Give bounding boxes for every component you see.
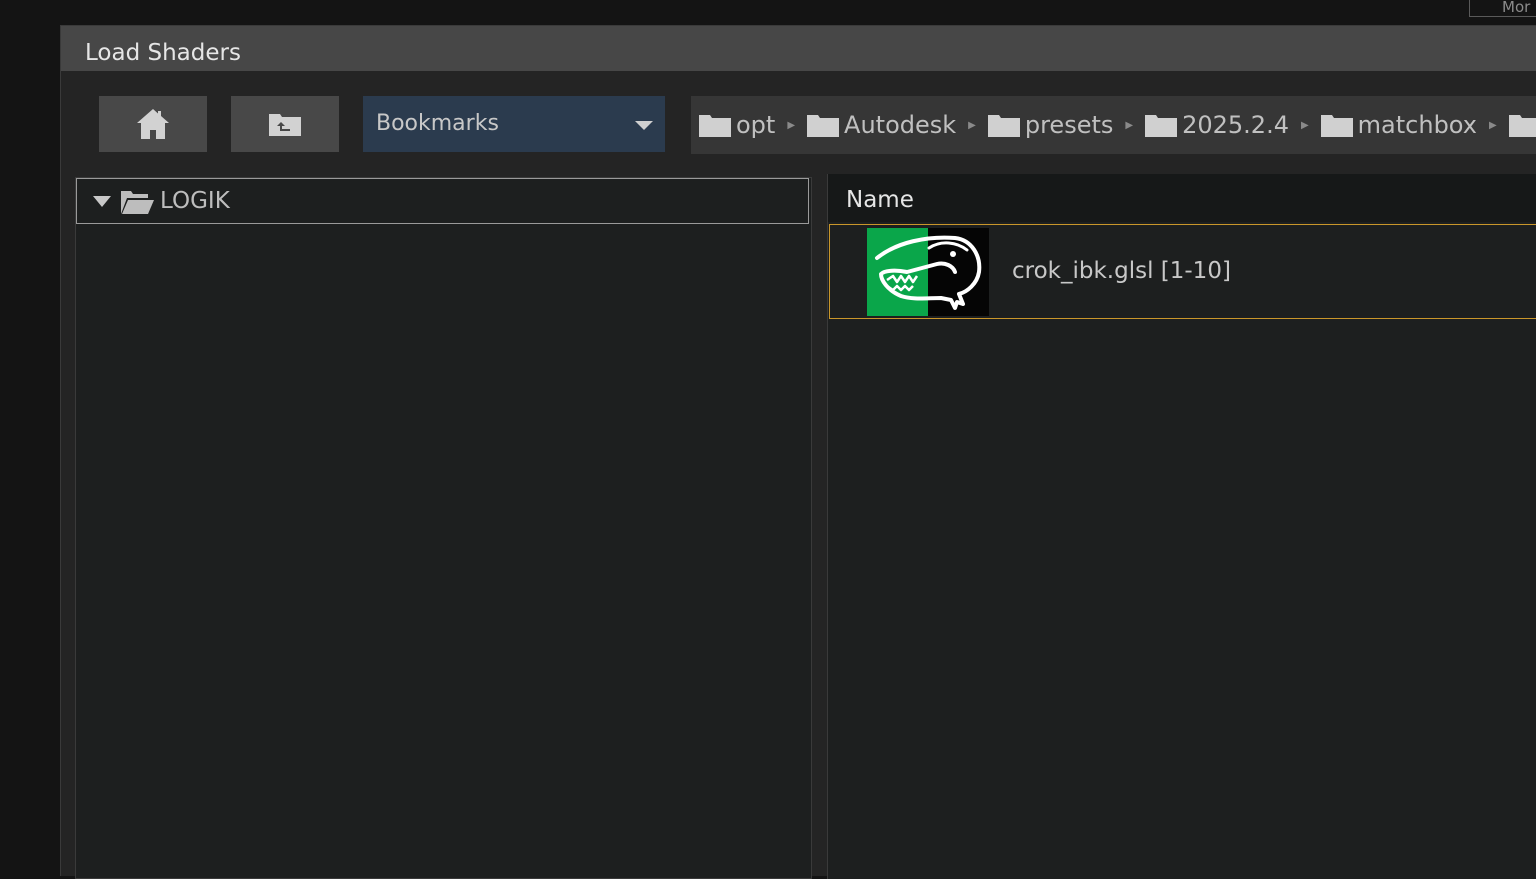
breadcrumb: opt ▶ Autodesk ▶ presets ▶ 2025.2.4 ▶ ma… bbox=[691, 96, 1536, 154]
breadcrumb-label: opt bbox=[736, 111, 776, 139]
breadcrumb-item-autodesk[interactable]: Autodesk bbox=[807, 111, 956, 139]
title-bar: Load Shaders bbox=[61, 26, 1536, 71]
breadcrumb-separator-icon: ▶ bbox=[787, 119, 796, 131]
folder-icon bbox=[1508, 115, 1536, 137]
file-name: crok_ibk.glsl [1-10] bbox=[1012, 258, 1231, 284]
column-header-name[interactable]: Name bbox=[828, 174, 1536, 222]
bookmarks-label: Bookmarks bbox=[376, 111, 499, 136]
breadcrumb-separator-icon: ▶ bbox=[1125, 119, 1134, 131]
folder-icon bbox=[987, 115, 1020, 137]
folder-icon bbox=[1145, 115, 1178, 137]
tree-item-label: LOGIK bbox=[160, 188, 230, 214]
crocodile-logo-icon bbox=[867, 228, 989, 316]
expand-triangle-icon[interactable] bbox=[93, 195, 111, 207]
folder-icon bbox=[699, 115, 731, 137]
breadcrumb-item-opt[interactable]: opt bbox=[699, 111, 775, 139]
folder-open-icon bbox=[121, 190, 154, 214]
dialog-title: Load Shaders bbox=[85, 40, 241, 66]
folder-up-icon bbox=[269, 114, 301, 136]
load-shaders-dialog: Load Shaders Bookmarks opt ▶ Autodesk ▶ … bbox=[60, 25, 1536, 879]
home-icon bbox=[137, 109, 169, 139]
folder-tree-panel[interactable]: LOGIK bbox=[75, 177, 812, 879]
file-row-selected[interactable]: crok_ibk.glsl [1-10] bbox=[829, 224, 1536, 319]
folder-icon bbox=[1320, 115, 1353, 137]
breadcrumb-item-truncated[interactable] bbox=[1508, 113, 1536, 137]
chevron-down-icon bbox=[635, 121, 653, 130]
breadcrumb-separator-icon: ▶ bbox=[1300, 119, 1309, 131]
breadcrumb-label: Autodesk bbox=[844, 111, 957, 139]
background-window-label: Mor bbox=[1469, 0, 1536, 17]
home-button[interactable] bbox=[99, 96, 207, 152]
tree-item-logik[interactable]: LOGIK bbox=[76, 178, 809, 224]
breadcrumb-item-presets[interactable]: presets bbox=[987, 111, 1114, 139]
folder-icon bbox=[807, 115, 840, 137]
file-list-panel[interactable]: Name crok_ibk.glsl [1-10] bbox=[827, 174, 1536, 879]
breadcrumb-separator-icon: ▶ bbox=[968, 119, 976, 131]
parent-folder-button[interactable] bbox=[231, 96, 339, 152]
breadcrumb-label: matchbox bbox=[1357, 111, 1477, 139]
breadcrumb-item-2025-2-4[interactable]: 2025.2.4 bbox=[1145, 111, 1289, 139]
breadcrumb-separator-icon: ▶ bbox=[1488, 119, 1497, 131]
breadcrumb-item-matchbox[interactable]: matchbox bbox=[1320, 111, 1477, 139]
breadcrumb-label: presets bbox=[1024, 111, 1114, 139]
bookmarks-dropdown[interactable]: Bookmarks bbox=[363, 96, 665, 152]
breadcrumb-label: 2025.2.4 bbox=[1182, 111, 1289, 139]
